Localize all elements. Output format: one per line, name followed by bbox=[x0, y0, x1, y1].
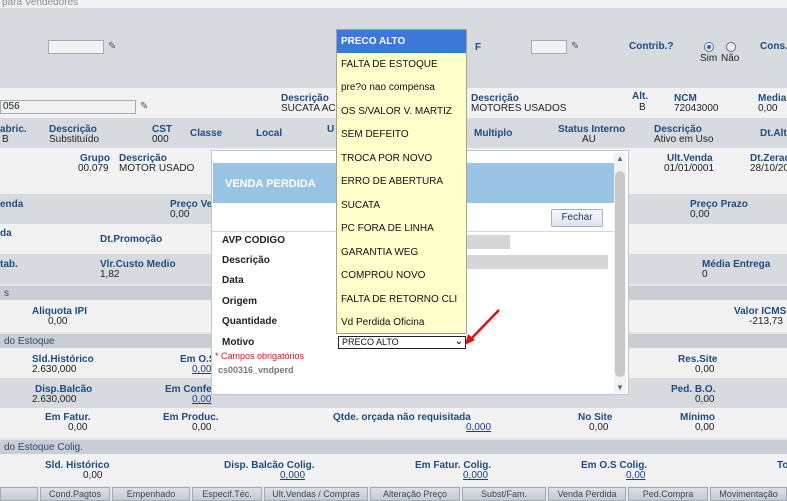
form-id: cs00316_vndperd bbox=[218, 365, 294, 375]
descricao-field-label: Descrição bbox=[222, 255, 270, 266]
motivo-option[interactable]: pre?o nao compensa bbox=[337, 76, 466, 99]
motivo-option[interactable]: FALTA DE RETORNO CLI bbox=[337, 288, 466, 311]
motivo-option[interactable]: Vd Perdida Oficina bbox=[337, 311, 466, 334]
motivo-dropdown-list[interactable]: PRECO ALTO FALTA DE ESTOQUE pre?o nao co… bbox=[336, 29, 467, 334]
motivo-option[interactable]: ERRO DE ABERTURA bbox=[337, 170, 466, 193]
red-arrow-icon bbox=[465, 309, 500, 345]
motivo-option[interactable]: OS S/VALOR V. MARTIZ bbox=[337, 100, 466, 123]
scroll-down-icon[interactable]: ▼ bbox=[616, 383, 624, 392]
required-note: * Campos obrigatórios bbox=[215, 351, 305, 361]
motivo-option[interactable]: PC FORA DE LINHA bbox=[337, 217, 466, 240]
scroll-up-icon[interactable]: ▲ bbox=[616, 154, 624, 163]
chevron-down-icon: ⌄ bbox=[454, 336, 463, 347]
motivo-option[interactable]: GARANTIA WEG bbox=[337, 241, 466, 264]
scroll-thumb[interactable] bbox=[615, 171, 625, 377]
motivo-option[interactable]: COMPROU NOVO bbox=[337, 264, 466, 287]
motivo-option[interactable]: SEM DEFEITO bbox=[337, 123, 466, 146]
motivo-option[interactable]: PRECO ALTO bbox=[337, 30, 466, 53]
dialog-scrollbar[interactable]: ▲ ▼ bbox=[614, 153, 626, 393]
motivo-option[interactable]: FALTA DE ESTOQUE bbox=[337, 53, 466, 76]
descricao-field bbox=[462, 255, 608, 269]
origem-label: Origem bbox=[222, 296, 258, 307]
quantidade-label: Quantidade bbox=[222, 316, 278, 327]
motivo-select[interactable]: PRECO ALTO ⌄ bbox=[338, 336, 466, 349]
motivo-option[interactable]: TROCA POR NOVO bbox=[337, 147, 466, 170]
fechar-button[interactable]: Fechar bbox=[551, 209, 603, 227]
motivo-label: Motivo bbox=[222, 337, 255, 348]
motivo-selected-value: PRECO ALTO bbox=[342, 337, 399, 347]
avp-codigo-label: AVP CODIGO bbox=[222, 235, 285, 246]
avp-codigo-field bbox=[462, 235, 510, 249]
motivo-option[interactable]: SUCATA bbox=[337, 194, 466, 217]
data-label: Data bbox=[222, 275, 244, 286]
